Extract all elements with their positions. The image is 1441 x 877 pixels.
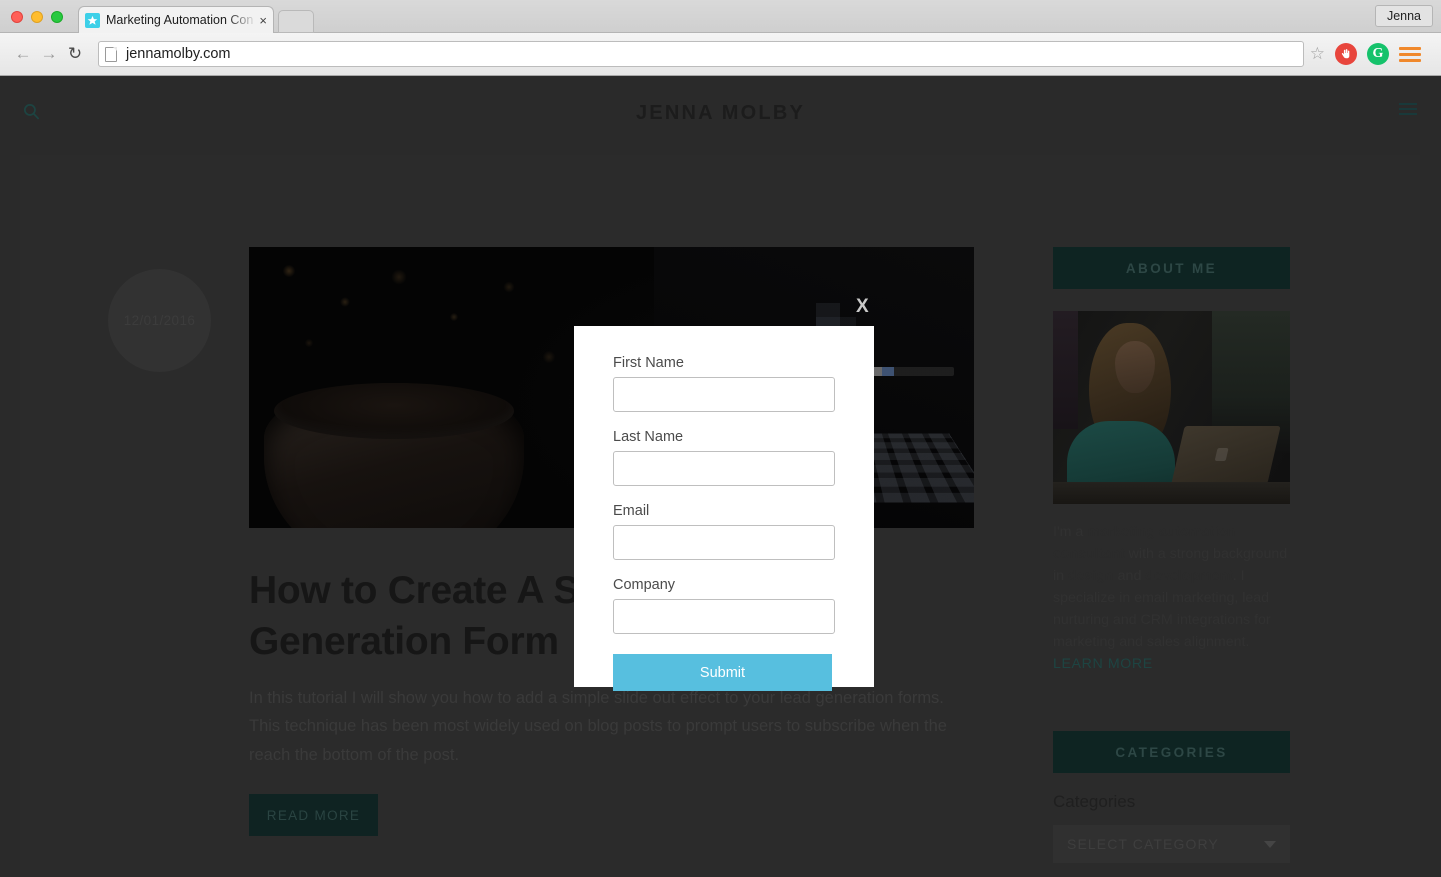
- email-label: Email: [613, 503, 650, 519]
- maximize-window-button[interactable]: [51, 11, 63, 23]
- about-me-widget-heading: ABOUT ME: [1053, 247, 1290, 289]
- post-date-badge: 12/01/2016: [108, 269, 211, 372]
- photo-laptop: [1171, 426, 1281, 484]
- browser-tab[interactable]: Marketing Automation Con ×: [78, 6, 274, 33]
- about-bold-3: development: [1145, 568, 1233, 584]
- post-excerpt: In this tutorial I will show you how to …: [249, 689, 947, 764]
- company-input[interactable]: [613, 599, 835, 634]
- tab-title: Marketing Automation Con: [106, 13, 254, 27]
- forward-icon[interactable]: →: [36, 41, 62, 67]
- last-name-input[interactable]: [613, 451, 835, 486]
- reload-icon[interactable]: ↻: [62, 41, 88, 67]
- page-info-icon[interactable]: [105, 46, 117, 62]
- coffee-cup-shape: [264, 383, 524, 528]
- bookmark-star-icon[interactable]: ☆: [1310, 44, 1325, 64]
- modal-close-icon[interactable]: X: [856, 296, 869, 318]
- about-intro-3: and: [1113, 568, 1146, 584]
- photo-desk: [1053, 482, 1290, 504]
- category-selected-value: SELECT CATEGORY: [1067, 836, 1219, 852]
- lead-generation-modal: First Name Last Name Email Company Submi…: [574, 326, 874, 691]
- wall-art-backdrop: [1053, 311, 1078, 429]
- company-label: Company: [613, 577, 676, 593]
- browser-nav-bar: ← → ↻ jennamolby.com ☆ G: [0, 33, 1441, 76]
- browser-window: Marketing Automation Con × Jenna ← → ↻ j…: [0, 0, 1441, 877]
- site-header: JENNA MOLBY: [0, 77, 1441, 149]
- new-tab-button[interactable]: [278, 10, 314, 33]
- about-me-photo: [1053, 311, 1290, 504]
- adblock-icon[interactable]: [1335, 43, 1357, 65]
- chrome-menu-icon[interactable]: [1399, 43, 1421, 65]
- browser-tab-strip: Marketing Automation Con × Jenna: [0, 0, 1441, 33]
- form-field-last-name: Last Name: [613, 429, 835, 503]
- back-icon[interactable]: ←: [10, 41, 36, 67]
- category-select-dropdown[interactable]: SELECT CATEGORY: [1053, 825, 1290, 863]
- browser-profile-button[interactable]: Jenna: [1374, 5, 1433, 27]
- address-bar[interactable]: jennamolby.com: [98, 41, 1304, 67]
- form-field-email: Email: [613, 503, 835, 577]
- read-more-button[interactable]: READ MORE: [249, 794, 378, 836]
- first-name-label: First Name: [613, 355, 684, 371]
- categories-widget: CATEGORIES Categories SELECT CATEGORY: [1053, 731, 1290, 863]
- categories-widget-heading: CATEGORIES: [1053, 731, 1290, 773]
- url-text: jennamolby.com: [126, 46, 231, 62]
- star-icon: [85, 12, 100, 28]
- minimize-window-button[interactable]: [31, 11, 43, 23]
- web-page: JENNA MOLBY 12/01/2016 How to Create A S…: [0, 77, 1441, 877]
- chevron-down-icon: [1264, 840, 1276, 848]
- site-logo[interactable]: JENNA MOLBY: [0, 102, 1441, 125]
- submit-button[interactable]: Submit: [613, 654, 832, 691]
- about-bold-2: design: [1067, 568, 1114, 584]
- form-field-company: Company: [613, 577, 835, 651]
- about-intro-1: I'm a: [1053, 524, 1088, 540]
- learn-more-link[interactable]: LEARN MORE: [1053, 653, 1153, 675]
- sidebar: ABOUT ME I'm a marketing automation cons…: [1053, 247, 1290, 863]
- about-me-text: I'm a marketing automation consultant wi…: [1053, 521, 1290, 675]
- last-name-label: Last Name: [613, 429, 684, 445]
- hamburger-menu-icon[interactable]: [1399, 103, 1417, 115]
- window-traffic-lights: [11, 11, 63, 23]
- grammarly-icon[interactable]: G: [1367, 43, 1389, 65]
- search-icon[interactable]: [22, 102, 41, 126]
- form-field-first-name: First Name: [613, 355, 835, 429]
- tab-close-icon[interactable]: ×: [259, 14, 267, 27]
- email-input[interactable]: [613, 525, 835, 560]
- first-name-input[interactable]: [613, 377, 835, 412]
- close-window-button[interactable]: [11, 11, 23, 23]
- categories-label: Categories: [1053, 792, 1136, 811]
